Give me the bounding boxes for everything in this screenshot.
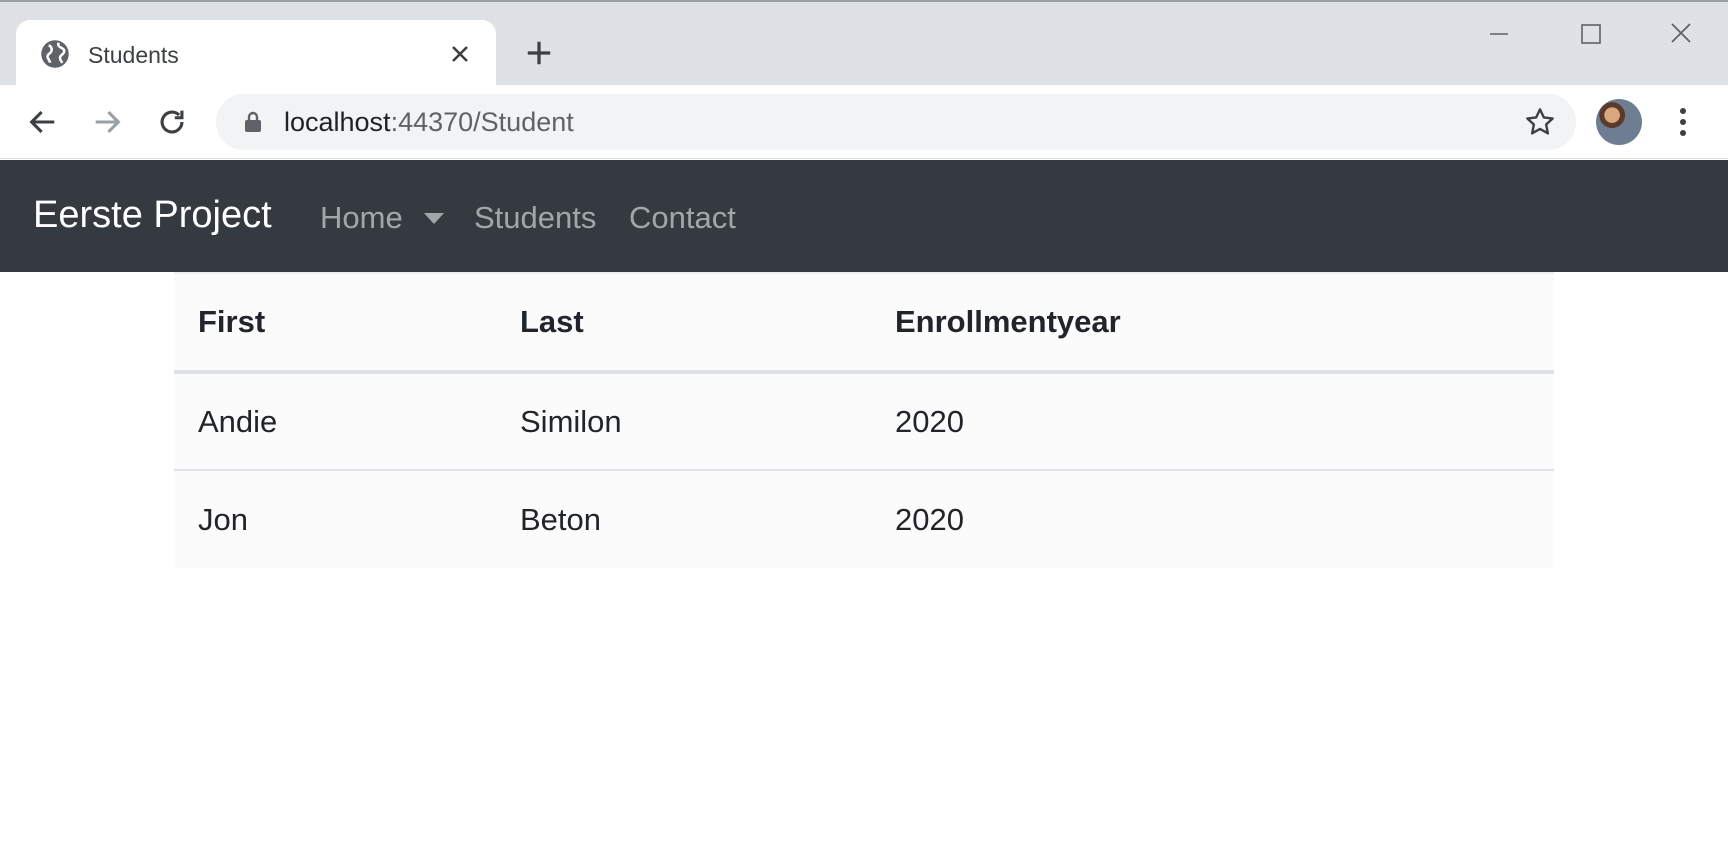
url-text[interactable]: localhost:44370/Student: [284, 107, 574, 138]
url-host: localhost: [284, 107, 391, 137]
window-close-icon[interactable]: [1656, 16, 1706, 52]
nav-link-home[interactable]: Home: [320, 200, 403, 236]
forward-arrow-icon[interactable]: [90, 105, 124, 139]
profile-avatar[interactable]: [1596, 99, 1642, 145]
cell-first: Andie: [174, 372, 496, 471]
lock-icon[interactable]: [242, 110, 264, 134]
cell-last: Beton: [520, 501, 602, 537]
reload-icon[interactable]: [155, 105, 189, 139]
table-row: Jon Beton 2020: [174, 470, 1554, 568]
globe-icon: [41, 40, 69, 68]
plus-icon[interactable]: [524, 38, 554, 68]
cell-first: Jon: [198, 501, 248, 537]
address-bar[interactable]: localhost:44370/Student: [216, 94, 1576, 150]
nav-link-students[interactable]: Students: [474, 200, 596, 236]
site-navbar: Eerste Project Home Students Contact: [0, 160, 1728, 272]
column-header-last: Last: [496, 274, 871, 374]
table-header-row: First Last Enrollmentyear: [174, 274, 1554, 374]
url-path: :44370/Student: [390, 107, 574, 137]
kebab-menu-icon[interactable]: [1668, 105, 1698, 139]
maximize-icon[interactable]: [1565, 16, 1615, 52]
back-arrow-icon[interactable]: [26, 105, 60, 139]
tab-title: Students: [88, 42, 179, 68]
column-header-enrollmentyear: Enrollmentyear: [871, 274, 1554, 374]
star-icon[interactable]: [1524, 106, 1556, 138]
cell-enrollmentyear: 2020: [871, 372, 1554, 471]
column-header-first: First: [174, 274, 496, 374]
table-row: Andie Similon 2020: [174, 372, 1554, 471]
browser-tab[interactable]: Students: [16, 20, 496, 88]
caret-down-icon[interactable]: [424, 213, 444, 225]
students-table: First Last Enrollmentyear Andie Similon …: [174, 274, 1554, 568]
cell-enrollmentyear: 2020: [895, 501, 964, 537]
minimize-icon[interactable]: [1474, 16, 1524, 52]
navbar-brand[interactable]: Eerste Project: [33, 194, 272, 237]
browser-toolbar: localhost:44370/Student: [0, 85, 1728, 159]
close-icon[interactable]: [448, 42, 472, 66]
students-table-container: First Last Enrollmentyear Andie Similon …: [174, 272, 1554, 568]
browser-tabstrip: Students: [0, 0, 1728, 88]
nav-link-contact[interactable]: Contact: [629, 200, 736, 236]
cell-last: Similon: [496, 372, 871, 471]
